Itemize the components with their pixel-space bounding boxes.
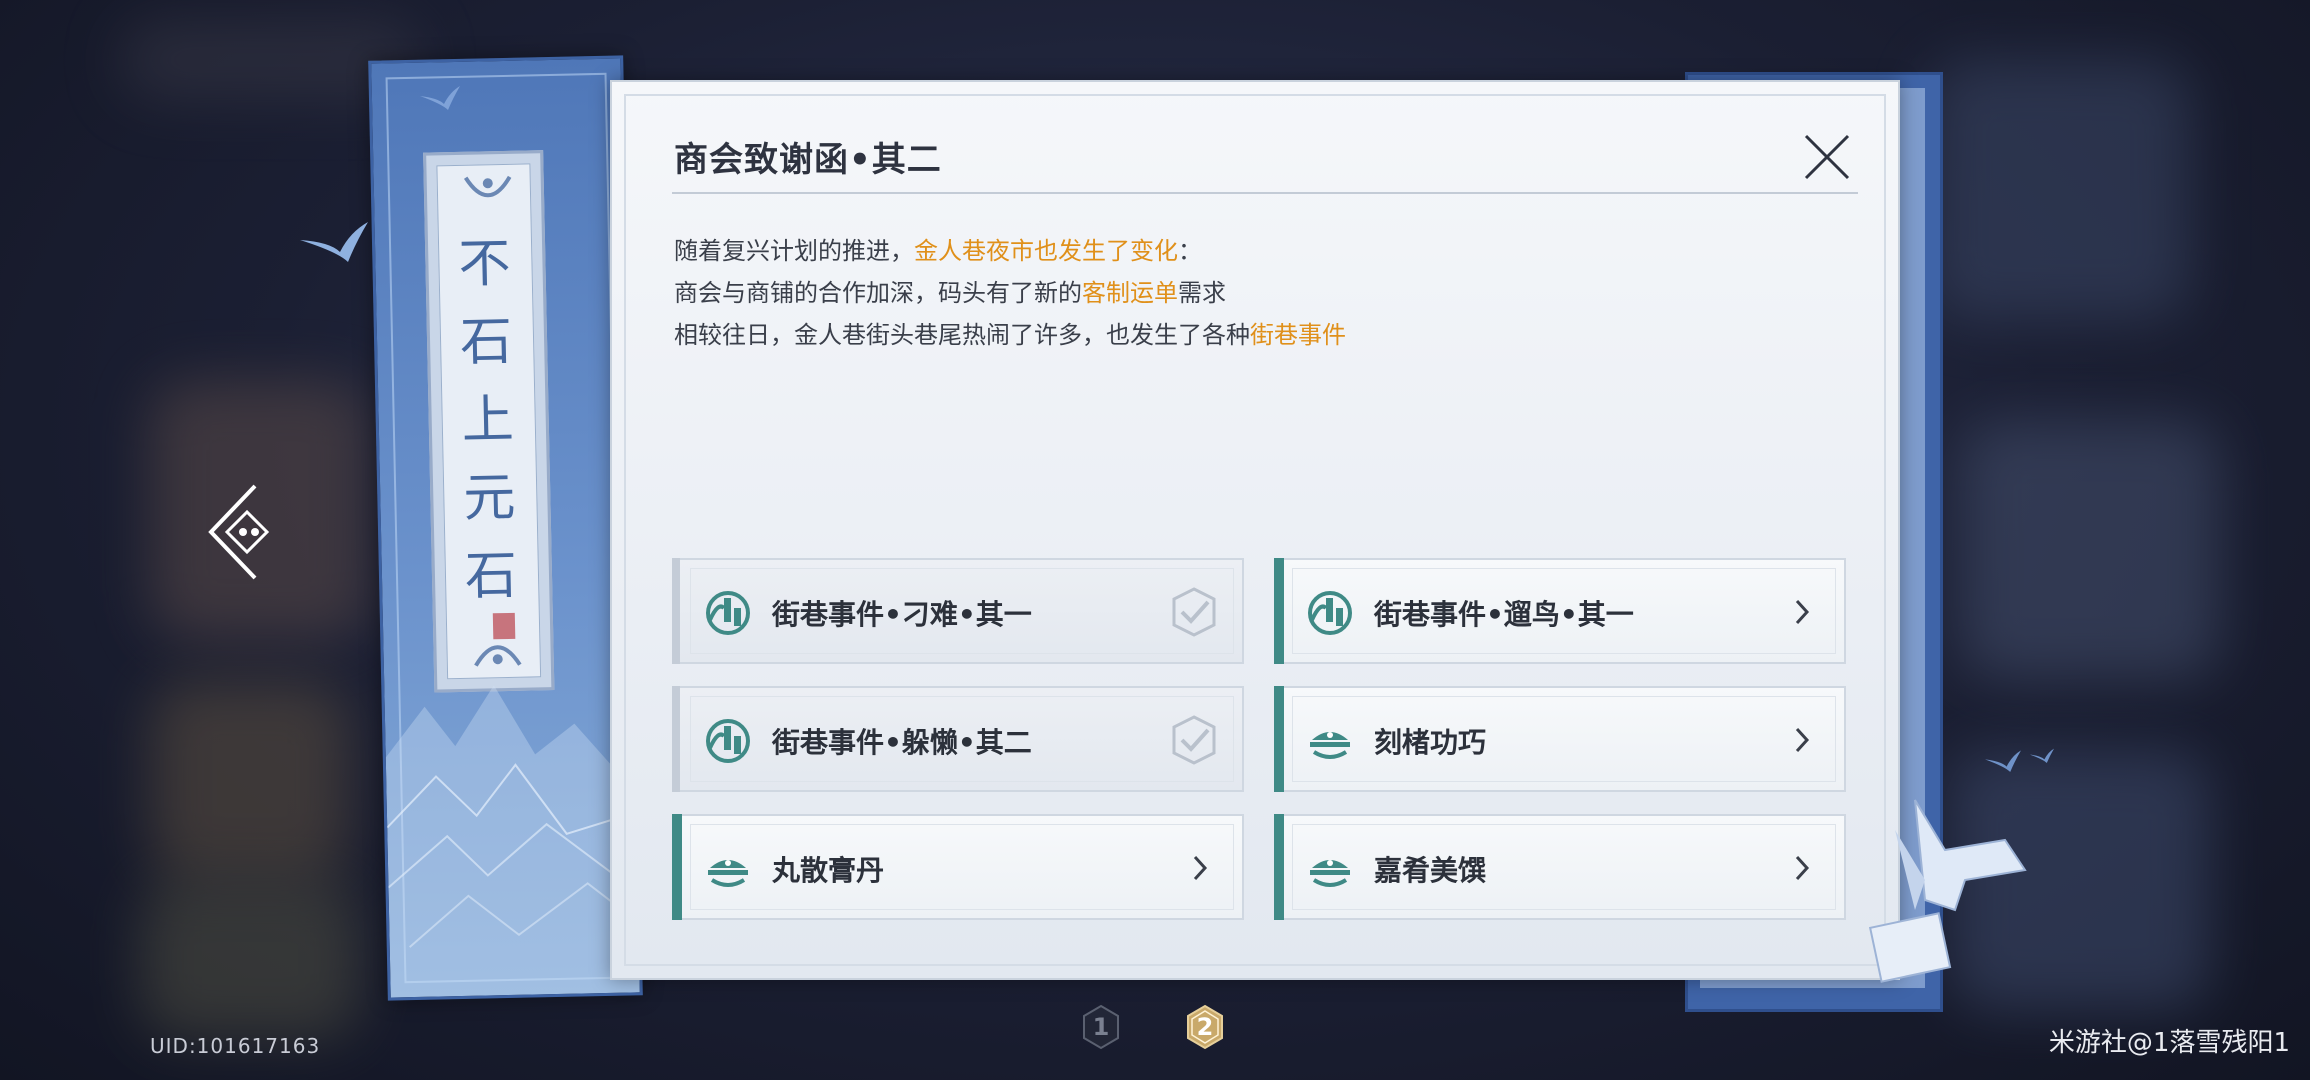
page-2-button[interactable]: 2 [1182,1004,1228,1050]
event-card-duolan[interactable]: 街巷事件•躲懒•其二 [672,686,1244,792]
boat-cloud-icon [708,860,748,887]
completed-check-icon [1172,587,1216,637]
plaque-emblem-bottom-icon [474,645,522,667]
event-label: 刻楮功巧 [1374,726,1487,759]
swallow-icon [2030,748,2054,763]
event-card-wansan[interactable]: 丸散膏丹 [672,814,1244,920]
event-label: 嘉肴美馔 [1374,854,1487,887]
previous-page-button[interactable] [205,482,285,582]
swallow-icon [300,222,368,262]
swallow-icon [420,86,460,110]
event-label: 丸散膏丹 [772,854,885,887]
plaque-emblem-icon [463,175,512,198]
page-number: 2 [1196,1013,1214,1041]
banner-plaque: 不石上元石 [423,150,555,693]
letter-title: 商会致谢函•其二 [674,140,942,180]
highlight-text: 街巷事件 [1250,321,1346,349]
close-icon [1804,134,1850,180]
highlight-text: 金人巷夜市也发生了变化 [914,237,1178,265]
event-card-jiayao[interactable]: 嘉肴美馔 [1274,814,1846,920]
event-card-diaonan[interactable]: 街巷事件•刁难•其一 [672,558,1244,664]
background-blur [1930,60,2190,320]
close-button[interactable] [1800,130,1854,184]
swallow-icon [1985,750,2021,772]
event-card-kechu[interactable]: 刻楮功巧 [1274,686,1846,792]
chevron-right-icon [1795,727,1810,753]
highlight-text: 客制运单 [1082,279,1178,307]
chevron-right-icon [1795,599,1810,625]
letter-panel: 商会致谢函•其二 随着复兴计划的推进，金人巷夜市也发生了变化： 商会与商铺的合作… [610,80,1900,980]
title-divider [672,192,1858,194]
letter-body: 随着复兴计划的推进，金人巷夜市也发生了变化： 商会与商铺的合作加深，码头有了新的… [674,230,1346,356]
completed-check-icon [1172,715,1216,765]
background-blur [1960,420,2220,680]
event-label: 街巷事件•躲懒•其二 [772,726,1032,759]
event-card-liuniao[interactable]: 街巷事件•遛鸟•其一 [1274,558,1846,664]
chevron-left-icon [208,484,270,580]
mountain-illustration [385,685,640,998]
watermark-text: 米游社@1落雪残阳1 [2048,1028,2290,1058]
chevron-right-icon [1193,855,1208,881]
body-line: 相较往日，金人巷街头巷尾热闹了许多，也发生了各种街巷事件 [674,321,1346,349]
user-uid: UID:101617163 [150,1034,321,1058]
body-line: 随着复兴计划的推进，金人巷夜市也发生了变化： [674,237,1202,265]
lantern-hand-icon [706,591,750,635]
lantern-hand-icon [706,719,750,763]
body-line: 商会与商铺的合作加深，码头有了新的客制运单需求 [674,279,1226,307]
bird-statue-illustration [1868,799,2027,983]
plaque-glyphs: 不石上元石 [439,224,539,616]
scroll-banner: 不石上元石 [368,55,643,1001]
boat-cloud-icon [1310,732,1350,759]
plaque-text: 不石上元石 [457,233,520,607]
chevron-right-icon [1795,855,1810,881]
background-blur [140,880,360,1040]
background-blur [150,680,350,880]
lantern-hand-icon [1308,591,1352,635]
page-1-button[interactable]: 1 [1078,1004,1124,1050]
page-number: 1 [1092,1013,1110,1041]
event-label: 街巷事件•刁难•其一 [772,598,1032,631]
boat-cloud-icon [1310,860,1350,887]
event-label: 街巷事件•遛鸟•其一 [1374,598,1634,631]
